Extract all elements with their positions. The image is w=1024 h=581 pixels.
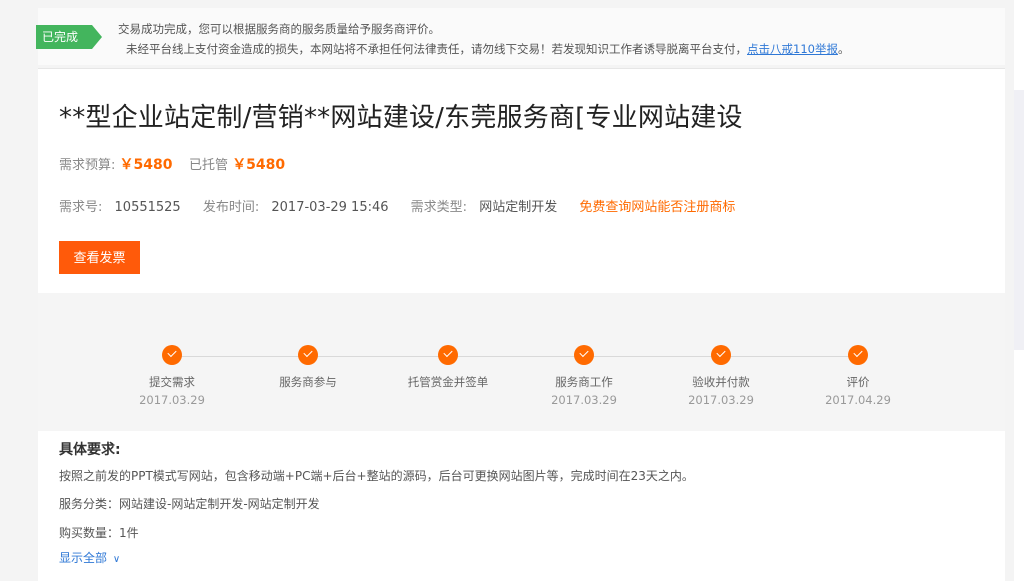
- step-date: 2017.03.29: [551, 393, 617, 407]
- progress-tracker: 提交需求 2017.03.29 服务商参与 托管赏金并签单 服务商工作 2017…: [38, 293, 1005, 431]
- id-label: 需求号:: [59, 200, 103, 215]
- check-icon: [438, 345, 458, 365]
- check-icon: [574, 345, 594, 365]
- page-title: **型企业站定制/营销**网站建设/东莞服务商[专业网站建设: [59, 103, 743, 133]
- right-panel-edge-shade: [1014, 90, 1024, 350]
- report-link[interactable]: 点击八戒110举报: [747, 42, 838, 56]
- notice-warning-end: 。: [837, 42, 850, 56]
- requirements-title: 具体要求:: [59, 442, 121, 458]
- notice-warning-body: 未经平台线上支付资金造成的损失，本网站将不承担任何法律责任，请勿线下交易！若发现…: [126, 42, 747, 56]
- budget-row: 需求预算: ￥5480 已托管 ￥5480: [59, 154, 285, 174]
- budget-label: 需求预算:: [59, 158, 116, 173]
- check-icon: [162, 345, 182, 365]
- step-label: 验收并付款: [692, 375, 750, 389]
- step-label: 服务商参与: [279, 375, 337, 389]
- order-card: **型企业站定制/营销**网站建设/东莞服务商[专业网站建设 需求预算: ￥54…: [38, 68, 1005, 581]
- budget-value: ￥5480: [119, 157, 173, 173]
- step-date: 2017.04.29: [825, 393, 891, 407]
- notice-warning-text: 未经平台线上支付资金造成的损失，本网站将不承担任何法律责任，请勿线下交易！若发现…: [126, 41, 849, 57]
- step-date: 2017.03.29: [688, 393, 754, 407]
- completion-notice: 已完成 交易成功完成，您可以根据服务商的服务质量给予服务商评价。 未经平台线上支…: [36, 8, 1005, 65]
- step-escrow-sign: 托管赏金并签单: [388, 345, 508, 393]
- requirements-description: 按照之前发的PPT模式写网站，包含移动端+PC端+后台+整站的源码，后台可更换网…: [59, 469, 694, 483]
- step-provider-work: 服务商工作 2017.03.29: [524, 345, 644, 407]
- step-accept-pay: 验收并付款 2017.03.29: [661, 345, 781, 407]
- service-category: 服务分类：网站建设-网站定制开发-网站定制开发: [59, 497, 320, 511]
- order-detail-page: 已完成 交易成功完成，您可以根据服务商的服务质量给予服务商评价。 未经平台线上支…: [36, 8, 1005, 581]
- status-badge: 已完成: [36, 25, 102, 49]
- trademark-link[interactable]: 免费查询网站能否注册商标: [579, 200, 735, 215]
- publish-label: 发布时间:: [202, 200, 260, 215]
- step-label: 托管赏金并签单: [407, 375, 489, 389]
- meta-row: 需求号: 10551525 发布时间: 2017-03-29 15:46 需求类…: [59, 196, 735, 215]
- notice-success-text: 交易成功完成，您可以根据服务商的服务质量给予服务商评价。: [118, 22, 440, 36]
- chevron-down-icon: ∨: [112, 554, 121, 565]
- type-value: 网站定制开发: [479, 200, 558, 215]
- check-icon: [298, 345, 318, 365]
- step-provider-join: 服务商参与: [248, 345, 368, 393]
- purchase-quantity: 购买数量：1件: [59, 526, 139, 540]
- show-all-label: 显示全部: [59, 551, 108, 565]
- type-label: 需求类型:: [410, 200, 468, 215]
- step-review: 评价 2017.04.29: [798, 345, 918, 407]
- view-invoice-button[interactable]: 查看发票: [59, 241, 140, 274]
- id-value: 10551525: [114, 200, 181, 215]
- publish-value: 2017-03-29 15:46: [271, 200, 389, 215]
- check-icon: [848, 345, 868, 365]
- show-all-link[interactable]: 显示全部 ∨: [59, 549, 120, 566]
- step-submit: 提交需求 2017.03.29: [112, 345, 232, 407]
- check-icon: [711, 345, 731, 365]
- escrow-value: ￥5480: [232, 157, 286, 173]
- step-label: 提交需求: [149, 375, 195, 389]
- step-label: 服务商工作: [555, 375, 613, 389]
- step-label: 评价: [846, 375, 870, 389]
- step-date: 2017.03.29: [139, 393, 205, 407]
- escrow-label: 已托管: [189, 158, 229, 173]
